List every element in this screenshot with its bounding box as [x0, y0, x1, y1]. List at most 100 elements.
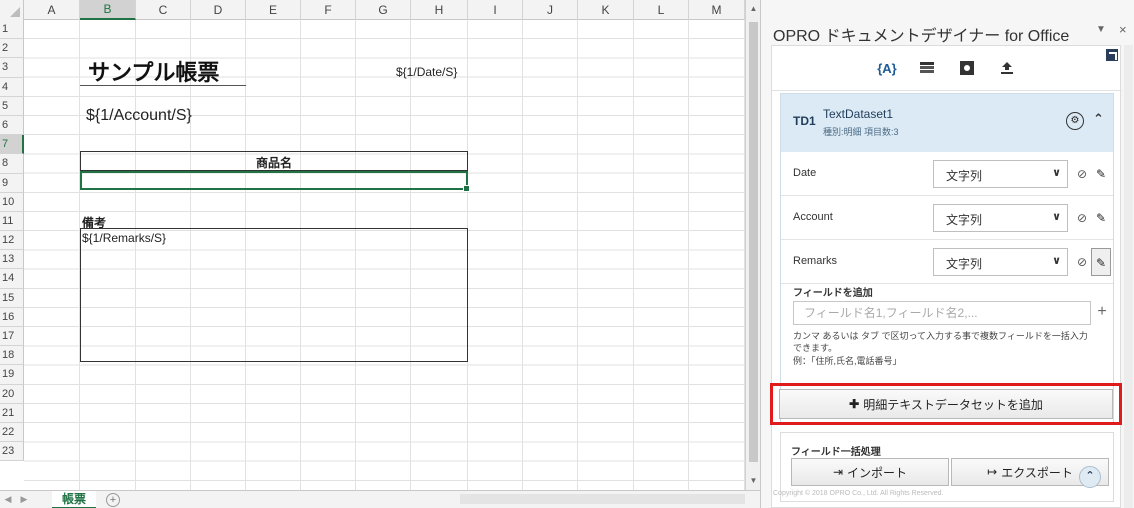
paperclip-icon[interactable]: ⊘: [1073, 160, 1091, 188]
row-header-1[interactable]: 1: [0, 20, 24, 40]
pane-scrollbar[interactable]: [1124, 45, 1133, 508]
dataset-card: TD1 TextDataset1 種別:明細 項目数:3 ⚙ ⌃ Date 文字…: [780, 93, 1114, 423]
add-sheet-icon[interactable]: +: [106, 492, 121, 507]
row-header-19[interactable]: 19: [0, 365, 24, 385]
row-header-10[interactable]: 10: [0, 192, 24, 212]
field-type-select[interactable]: 文字列 ∨: [933, 204, 1068, 232]
import-icon: ⇥: [832, 465, 844, 479]
column-header-a[interactable]: A: [24, 0, 80, 20]
product-name-header-cell[interactable]: 商品名: [80, 154, 468, 171]
row-header-13[interactable]: 13: [0, 250, 24, 270]
field-type-value: 文字列: [946, 169, 983, 183]
plus-icon[interactable]: +: [1093, 301, 1111, 325]
add-dataset-highlight: ✚ 明細テキストデータセットを追加: [770, 383, 1122, 425]
column-header-k[interactable]: K: [578, 0, 634, 20]
row-header-4[interactable]: 4: [0, 77, 24, 97]
field-row-remarks: Remarks 文字列 ∨ ⊘ ✎: [781, 240, 1113, 284]
column-header-c[interactable]: C: [136, 0, 191, 20]
column-header-j[interactable]: J: [523, 0, 578, 20]
copyright-text: Copyright © 2018 OPRO Co., Ltd. All Righ…: [773, 490, 944, 497]
pane-toolbar: {A}: [772, 46, 1122, 91]
row-header-7[interactable]: 7: [0, 135, 24, 155]
add-dataset-label: 明細テキストデータセットを追加: [863, 397, 1043, 412]
scroll-up-arrow-icon[interactable]: ▲: [746, 2, 760, 16]
pencil-icon[interactable]: ✎: [1091, 204, 1111, 232]
row-header-18[interactable]: 18: [0, 346, 24, 366]
column-header-l[interactable]: L: [634, 0, 689, 20]
row-header-11[interactable]: 11: [0, 211, 24, 232]
row-header-16[interactable]: 16: [0, 307, 24, 327]
braces-icon[interactable]: {A}: [875, 56, 899, 80]
row-header-2[interactable]: 2: [0, 39, 24, 59]
field-name: Account: [793, 211, 833, 223]
column-header-g[interactable]: G: [356, 0, 411, 20]
column-header-i[interactable]: I: [468, 0, 523, 20]
row-header-12[interactable]: 12: [0, 231, 24, 251]
import-button[interactable]: ⇥ インポート: [791, 458, 949, 486]
add-dataset-button[interactable]: ✚ 明細テキストデータセットを追加: [779, 389, 1113, 419]
sheet-tab-report[interactable]: 帳票: [52, 490, 97, 508]
add-field-input[interactable]: [793, 301, 1091, 325]
dataset-header[interactable]: TD1 TextDataset1 種別:明細 項目数:3 ⚙ ⌃: [781, 94, 1113, 152]
settings-icon[interactable]: [955, 56, 979, 80]
row-header-15[interactable]: 15: [0, 288, 24, 308]
field-type-select[interactable]: 文字列 ∨: [933, 248, 1068, 276]
row-header-3[interactable]: 3: [0, 58, 24, 78]
chevron-down-icon: ∨: [1052, 211, 1061, 223]
field-name: Date: [793, 167, 817, 179]
paperclip-icon[interactable]: ⊘: [1073, 248, 1091, 276]
popout-icon[interactable]: [1106, 49, 1118, 61]
dataset-meta: 種別:明細 項目数:3: [823, 127, 899, 137]
column-header-f[interactable]: F: [301, 0, 356, 20]
row-header-20[interactable]: 20: [0, 384, 24, 404]
select-all-corner[interactable]: [0, 0, 24, 20]
column-header-h[interactable]: H: [411, 0, 468, 20]
row-header-17[interactable]: 17: [0, 327, 24, 347]
vertical-scroll-thumb[interactable]: [749, 22, 758, 462]
add-field-help-cont: できます。: [793, 343, 838, 353]
pane-content: {A} TD1 TextDataset1 種別:明細 項目数:3 ⚙ ⌃ Dat…: [771, 45, 1122, 508]
remarks-box: [80, 228, 468, 362]
remarks-field-cell[interactable]: ${1/Remarks/S}: [82, 231, 166, 245]
row-header-8[interactable]: 8: [0, 154, 24, 174]
wrench-icon[interactable]: ⚙: [1066, 112, 1084, 130]
tab-next-icon[interactable]: ▶: [16, 494, 32, 505]
row-header-14[interactable]: 14: [0, 269, 24, 289]
upload-icon[interactable]: [995, 56, 1019, 80]
table-icon[interactable]: [915, 56, 939, 80]
paperclip-icon[interactable]: ⊘: [1073, 204, 1091, 232]
pencil-icon[interactable]: ✎: [1091, 160, 1111, 188]
active-cell-b7[interactable]: [80, 171, 470, 192]
column-header-d[interactable]: D: [191, 0, 246, 20]
column-header-b[interactable]: B: [80, 0, 136, 20]
tab-prev-icon[interactable]: ◀: [0, 494, 16, 505]
pencil-icon[interactable]: ✎: [1091, 248, 1111, 276]
field-row-account: Account 文字列 ∨ ⊘ ✎: [781, 196, 1113, 240]
row-header-5[interactable]: 5: [0, 96, 24, 116]
task-pane: OPRO ドキュメントデザイナー for Office ▼ × {A} TD1 …: [760, 0, 1134, 508]
row-header-6[interactable]: 6: [0, 115, 24, 136]
chevron-up-icon[interactable]: ⌃: [1093, 111, 1104, 127]
dataset-id: TD1: [793, 114, 816, 128]
field-type-select[interactable]: 文字列 ∨: [933, 160, 1068, 188]
row-header-22[interactable]: 22: [0, 422, 24, 443]
column-header-m[interactable]: M: [689, 0, 745, 20]
title-underline: [80, 85, 246, 86]
row-header-9[interactable]: 9: [0, 173, 24, 193]
column-header-e[interactable]: E: [246, 0, 301, 20]
row-header-21[interactable]: 21: [0, 403, 24, 423]
pane-title: OPRO ドキュメントデザイナー for Office: [773, 28, 1070, 45]
pane-close-icon[interactable]: ×: [1119, 22, 1127, 37]
scroll-down-arrow-icon[interactable]: ▼: [746, 474, 760, 488]
chevron-down-icon: ∨: [1052, 255, 1061, 267]
date-field-cell[interactable]: ${1/Date/S}: [396, 65, 457, 79]
row-header-23[interactable]: 23: [0, 442, 24, 462]
horizontal-scrollbar[interactable]: [460, 494, 745, 504]
account-field-cell[interactable]: ${1/Account/S}: [86, 107, 192, 125]
pane-menu-chevron-icon[interactable]: ▼: [1096, 24, 1106, 35]
spreadsheet[interactable]: A B C D E F G H I J K L M 1 2 3 4 5 6 7 8 9 10 11 1…: [0, 0, 760, 508]
scroll-to-top-icon[interactable]: ⌃: [1079, 466, 1101, 488]
report-title-cell[interactable]: サンプル帳票: [88, 55, 219, 87]
export-label: エクスポート: [1001, 465, 1073, 480]
vertical-scrollbar[interactable]: ▲ ▼: [745, 0, 760, 490]
